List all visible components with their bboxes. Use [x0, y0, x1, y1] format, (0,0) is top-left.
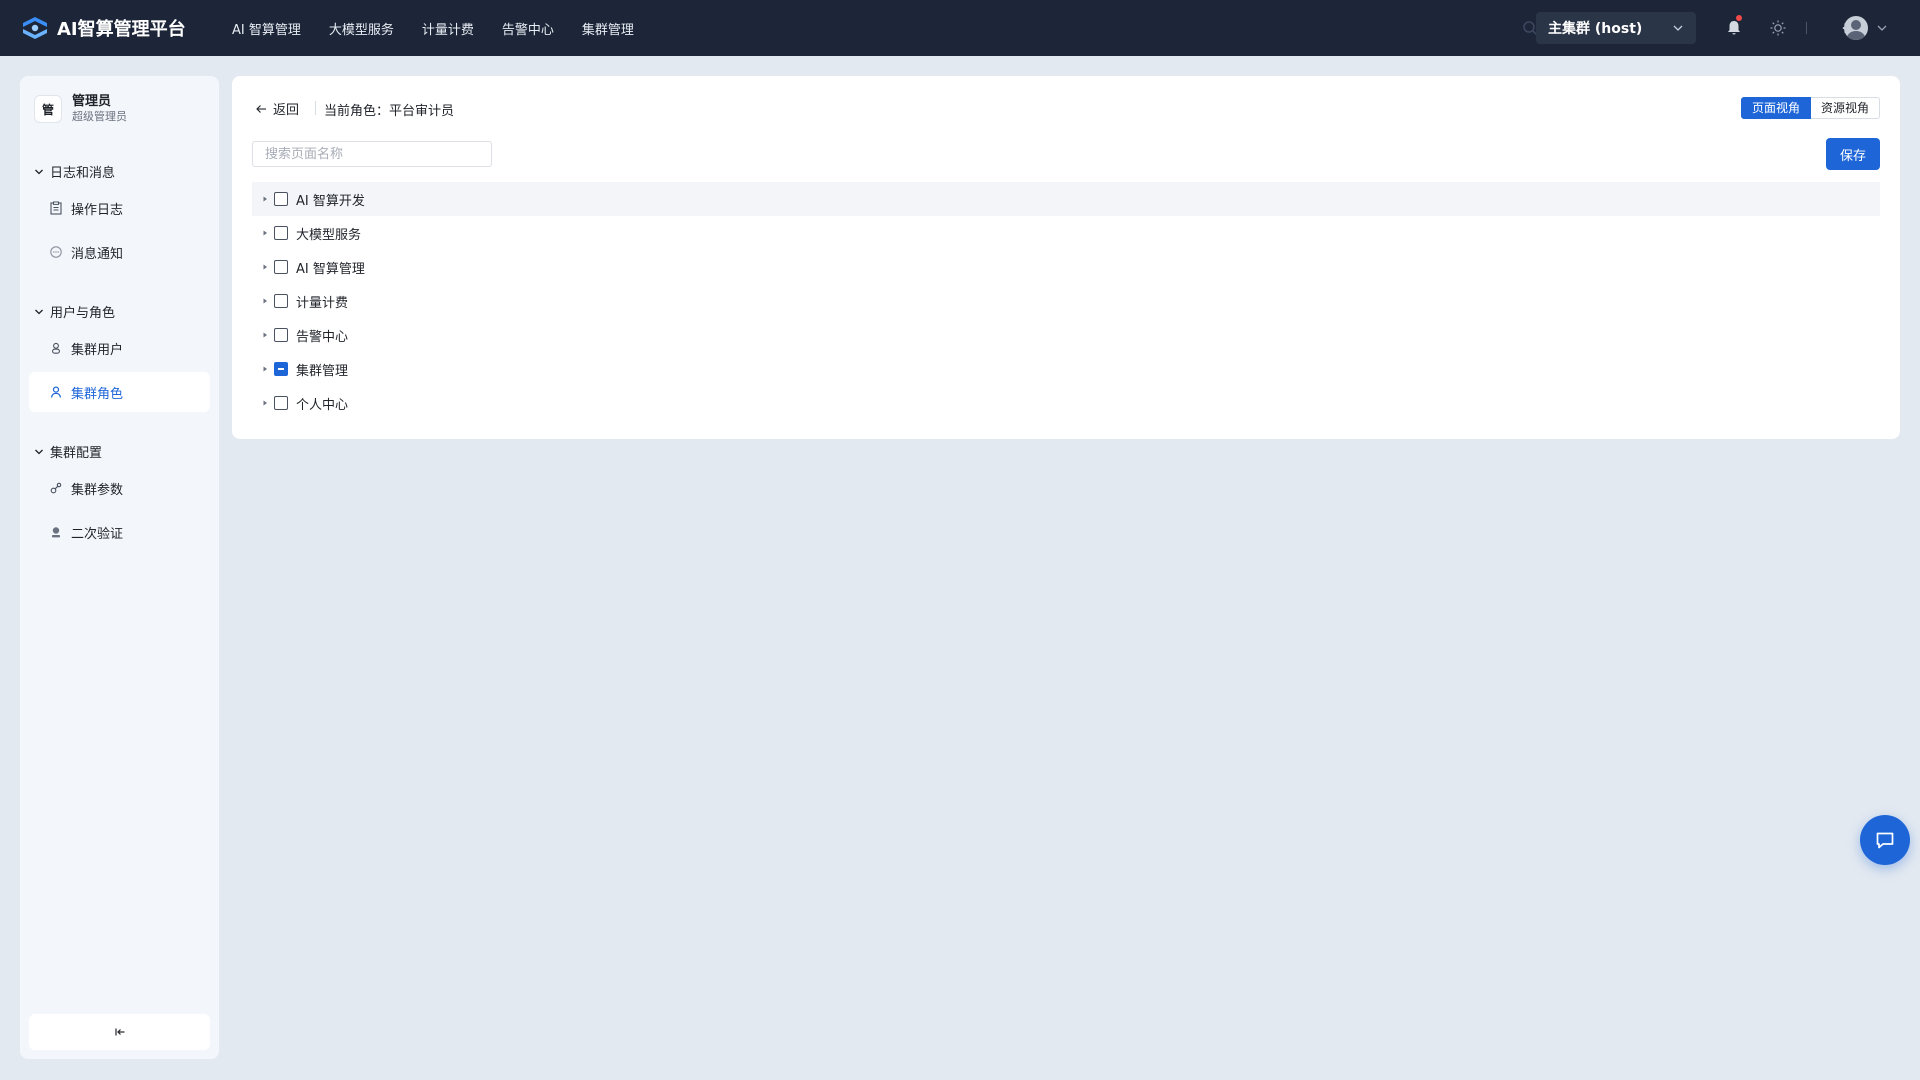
avatar-head — [1851, 20, 1861, 30]
caret-right-icon[interactable] — [260, 398, 270, 408]
tree-node-checkbox[interactable] — [274, 226, 288, 240]
tree-node[interactable]: AI 智算开发 — [252, 182, 1880, 216]
app-title: AI智算管理平台 — [57, 19, 186, 40]
clipboard-icon — [50, 201, 62, 215]
sidebar-item-operation-log[interactable]: 操作日志 — [29, 188, 210, 228]
tree-node-label: 集群管理 — [296, 363, 349, 379]
chat-icon — [1876, 832, 1894, 849]
group-users-roles[interactable]: 用户与角色 — [34, 302, 115, 321]
avatar[interactable] — [1844, 16, 1868, 40]
tree-node-checkbox[interactable] — [274, 192, 288, 206]
tree-node[interactable]: 告警中心 — [252, 318, 1880, 352]
cluster-select-value: 主集群 (host) — [1548, 21, 1643, 37]
view-toggle: 页面视角 资源视角 — [1740, 97, 1880, 119]
tree-node-checkbox-indeterminate[interactable] — [274, 362, 288, 376]
current-role-label: 当前角色：平台审计员 — [324, 104, 455, 119]
sidebar-item-label: 集群用户 — [71, 342, 124, 358]
top-nav-item-cluster[interactable]: 集群管理 — [582, 19, 634, 38]
sidebar-item-notifications[interactable]: 消息通知 — [29, 232, 210, 272]
top-nav: AI 智算管理 大模型服务 计量计费 告警中心 集群管理 — [232, 19, 662, 38]
user-badge: 管 — [34, 95, 62, 123]
tree-node-label: AI 智算开发 — [296, 193, 365, 209]
header-divider — [315, 101, 316, 115]
caret-right-icon[interactable] — [260, 228, 270, 238]
back-label: 返回 — [273, 103, 300, 118]
tree-node-label: AI 智算管理 — [296, 261, 365, 277]
back-button[interactable]: 返回 — [255, 99, 299, 118]
platform-logo-icon — [23, 17, 47, 39]
permission-tree: AI 智算开发 大模型服务 AI 智算管理 计量计费 告警中心 集群管理 个人中… — [252, 182, 1880, 420]
message-icon — [50, 246, 62, 258]
caret-right-icon[interactable] — [260, 296, 270, 306]
tree-node-checkbox[interactable] — [274, 294, 288, 308]
sidebar-item-label: 集群角色 — [71, 386, 124, 402]
notification-dot — [1736, 15, 1742, 21]
chevron-down-icon — [35, 449, 43, 454]
sun-icon — [1770, 20, 1786, 36]
verification-icon — [52, 527, 60, 538]
top-nav-item-alerts[interactable]: 告警中心 — [502, 19, 554, 38]
sidebar-item-label: 操作日志 — [71, 202, 124, 218]
tree-node[interactable]: 大模型服务 — [252, 216, 1880, 250]
chevron-down-icon — [35, 169, 43, 174]
chevron-down-icon — [35, 309, 43, 314]
user-card: 管 管理员 超级管理员 — [34, 94, 127, 124]
tree-node-checkbox[interactable] — [274, 328, 288, 342]
top-nav-item-metering[interactable]: 计量计费 — [422, 19, 474, 38]
caret-right-icon[interactable] — [260, 330, 270, 340]
page-view-button[interactable]: 页面视角 — [1740, 97, 1811, 119]
notification-button[interactable] — [1724, 15, 1744, 38]
user-name: 管理员 — [72, 94, 112, 109]
top-navbar: AI智算管理平台 AI 智算管理 大模型服务 计量计费 告警中心 集群管理 主集… — [0, 0, 1920, 56]
tree-node-checkbox[interactable] — [274, 260, 288, 274]
collapse-sidebar-button[interactable] — [29, 1014, 210, 1050]
collapse-left-icon — [114, 1028, 124, 1036]
tree-node[interactable]: AI 智算管理 — [252, 250, 1880, 284]
role-permission-panel: 返回 当前角色：平台审计员 页面视角 资源视角 保存 AI 智算开发 大模型服务… — [232, 76, 1900, 439]
group-title: 集群配置 — [50, 446, 103, 461]
sidebar-item-cluster-users[interactable]: 集群用户 — [29, 328, 210, 368]
sidebar-item-two-factor[interactable]: 二次验证 — [29, 512, 210, 552]
tree-node-label: 计量计费 — [296, 295, 349, 311]
tree-node-label: 大模型服务 — [296, 227, 362, 243]
group-title: 日志和消息 — [50, 166, 116, 181]
tree-node-checkbox[interactable] — [274, 396, 288, 410]
chevron-down-icon — [1673, 25, 1683, 31]
sidebar: 管 管理员 超级管理员 日志和消息 操作日志 消息通知 用户与角色 集群用户 集… — [20, 76, 219, 1059]
caret-right-icon[interactable] — [260, 194, 270, 204]
group-title: 用户与角色 — [50, 306, 116, 321]
top-divider — [1806, 22, 1807, 34]
caret-right-icon[interactable] — [260, 262, 270, 272]
user-icon — [52, 342, 60, 354]
user-role-icon — [50, 386, 62, 398]
group-cluster-config[interactable]: 集群配置 — [34, 442, 102, 461]
sidebar-item-cluster-roles[interactable]: 集群角色 — [29, 372, 210, 412]
top-nav-item-llm-service[interactable]: 大模型服务 — [329, 19, 394, 38]
top-nav-item-ai-compute[interactable]: AI 智算管理 — [232, 19, 301, 38]
page-search-input[interactable] — [252, 141, 492, 167]
group-logs-messages[interactable]: 日志和消息 — [34, 162, 115, 181]
chevron-down-icon[interactable] — [1876, 22, 1888, 34]
tree-node-label: 告警中心 — [296, 329, 349, 345]
tree-node-label: 个人中心 — [296, 397, 349, 413]
sidebar-item-label: 消息通知 — [71, 246, 124, 262]
tree-node[interactable]: 集群管理 — [252, 352, 1880, 386]
theme-toggle-button[interactable] — [1768, 18, 1788, 38]
sidebar-item-label: 集群参数 — [71, 482, 124, 498]
sidebar-item-cluster-params[interactable]: 集群参数 — [29, 468, 210, 508]
brand[interactable]: AI智算管理平台 — [20, 15, 210, 41]
tree-node[interactable]: 个人中心 — [252, 386, 1880, 420]
resource-view-button[interactable]: 资源视角 — [1810, 97, 1880, 119]
cluster-select[interactable]: 主集群 (host) — [1536, 12, 1696, 44]
arrow-left-icon — [256, 104, 266, 113]
caret-right-icon[interactable] — [260, 364, 270, 374]
save-button[interactable]: 保存 — [1826, 138, 1880, 170]
user-role: 超级管理员 — [72, 110, 127, 123]
bell-icon — [1728, 21, 1740, 35]
sidebar-item-label: 二次验证 — [71, 526, 124, 542]
avatar-body — [1847, 31, 1865, 40]
params-icon — [50, 482, 62, 494]
tree-node[interactable]: 计量计费 — [252, 284, 1880, 318]
chat-button[interactable] — [1860, 815, 1910, 865]
